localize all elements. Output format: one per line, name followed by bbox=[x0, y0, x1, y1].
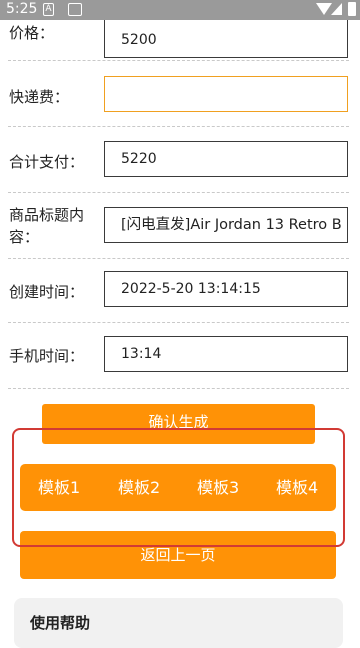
confirm-generate-button[interactable]: 确认生成 bbox=[42, 404, 315, 444]
back-button[interactable]: 返回上一页 bbox=[20, 531, 336, 579]
template-bar: 模板1 模板2 模板3 模板4 bbox=[20, 464, 336, 511]
total-field[interactable]: 5220 bbox=[104, 141, 348, 177]
help-title: 使用帮助 bbox=[30, 614, 91, 632]
total-row: 合计支付： 5220 bbox=[0, 126, 360, 192]
title-row: 商品标题内容： [闪电直发]Air Jordan 13 Retro B bbox=[0, 192, 360, 258]
title-label: 商品标题内容： bbox=[9, 206, 85, 246]
shipping-field[interactable] bbox=[104, 76, 348, 112]
template-1-button[interactable]: 模板1 bbox=[38, 464, 80, 511]
shipping-label: 快递费： bbox=[9, 88, 70, 106]
phone-time-label: 手机时间： bbox=[9, 347, 85, 365]
template-2-button[interactable]: 模板2 bbox=[118, 464, 160, 511]
template-3-button[interactable]: 模板3 bbox=[197, 464, 239, 511]
price-field[interactable]: 5200 bbox=[104, 20, 348, 58]
shipping-row: 快递费： bbox=[0, 60, 360, 126]
price-label: 价格： bbox=[9, 24, 55, 42]
divider bbox=[8, 388, 349, 389]
title-field[interactable]: [闪电直发]Air Jordan 13 Retro B bbox=[104, 207, 348, 243]
created-field[interactable]: 2022-5-20 13:14:15 bbox=[104, 271, 348, 307]
phone-time-row: 手机时间： 13:14 bbox=[0, 322, 360, 386]
phone-time-field[interactable]: 13:14 bbox=[104, 336, 348, 372]
created-row: 创建时间： 2022-5-20 13:14:15 bbox=[0, 258, 360, 322]
help-section: 使用帮助 bbox=[14, 598, 343, 648]
total-label: 合计支付： bbox=[9, 153, 85, 171]
template-4-button[interactable]: 模板4 bbox=[276, 464, 318, 511]
price-row: 价格： 5200 bbox=[0, 10, 360, 58]
created-label: 创建时间： bbox=[9, 283, 85, 301]
